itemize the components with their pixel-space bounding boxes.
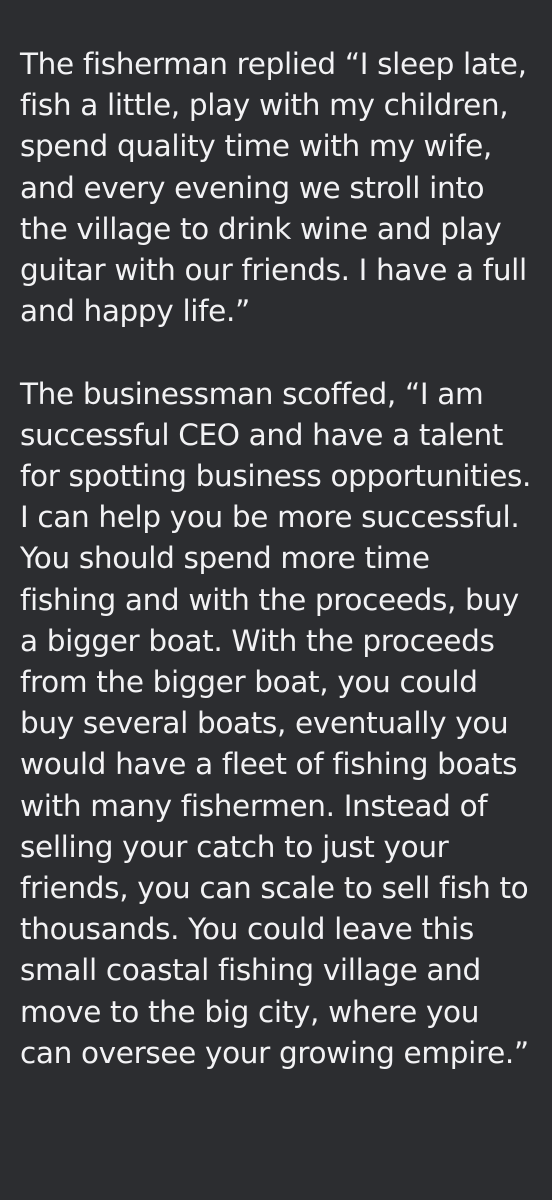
paragraph-fisherman-reply: The fisherman replied “I sleep late, fis…	[20, 47, 527, 329]
paragraph-businessman-reply: The businessman scoffed, “I am successfu…	[20, 376, 532, 1070]
document-page: The fisherman replied “I sleep late, fis…	[0, 0, 552, 1200]
